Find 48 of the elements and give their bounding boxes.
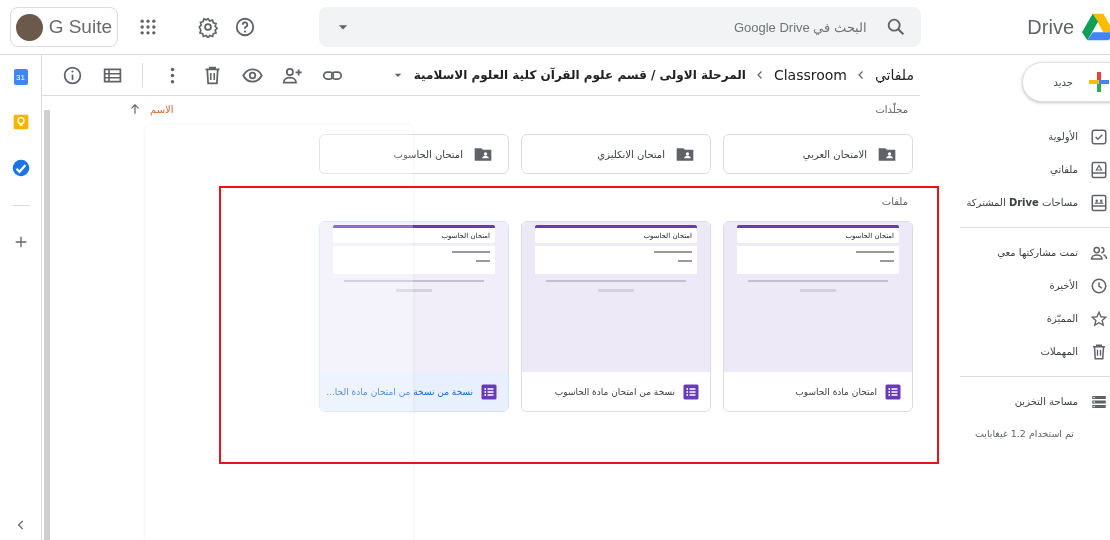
- sidebar-item[interactable]: الأولوية: [960, 120, 1110, 153]
- drive-logo-icon: [1080, 11, 1110, 43]
- checkmark-circle-icon[interactable]: [11, 159, 30, 177]
- product-name: Drive: [1027, 15, 1074, 39]
- storage-usage: تم استخدام 1.2 غيغابايت: [973, 428, 1075, 439]
- info-icon[interactable]: [62, 64, 83, 86]
- account-chip[interactable]: G Suite: [10, 7, 118, 47]
- folder-name: الامتحان العربي: [802, 148, 867, 160]
- drive-file-icon: [1090, 160, 1108, 179]
- breadcrumb[interactable]: المرحلة الاولى / قسم علوم القرآن كلية العلوم الاسلامية: [413, 68, 746, 82]
- help-icon[interactable]: [234, 16, 256, 38]
- folder-card[interactable]: امتحان الانكليزي: [521, 134, 711, 174]
- search-input[interactable]: البحث في Google Drive: [361, 15, 877, 39]
- breadcrumb[interactable]: ملفاتي: [874, 67, 914, 83]
- checkbox-icon: [1090, 127, 1108, 146]
- folder-name: امتحان الحاسوب: [393, 148, 463, 160]
- sidebar-item[interactable]: المميّزة: [960, 302, 1110, 335]
- shared-drive-icon: [1090, 193, 1108, 212]
- folder-card[interactable]: امتحان الحاسوب: [319, 134, 509, 174]
- sidebar-item[interactable]: مساحة التخزين: [960, 385, 1110, 418]
- scrollbar[interactable]: [44, 110, 50, 540]
- folder-card[interactable]: الامتحان العربي: [723, 134, 913, 174]
- sidebar-item[interactable]: الأخيرة: [960, 269, 1110, 302]
- plus-icon: [1087, 70, 1110, 94]
- form-icon: [480, 382, 498, 401]
- sort-button[interactable]: الاسم: [128, 102, 174, 116]
- section-title: ملفات: [880, 196, 909, 207]
- section-title: مجلّدات: [875, 103, 909, 115]
- new-button[interactable]: جديد: [1022, 62, 1110, 102]
- form-icon: [682, 382, 700, 401]
- clock-icon: [1090, 276, 1108, 295]
- file-name: امتحان مادة الحاسوب: [795, 386, 877, 397]
- sidebar-item[interactable]: المهملات: [960, 335, 1110, 368]
- folder-name: امتحان الانكليزي: [597, 148, 665, 160]
- avatar: [16, 13, 43, 41]
- search-field[interactable]: البحث في Google Drive: [319, 7, 921, 47]
- star-icon: [1090, 309, 1108, 328]
- brand-name: G Suite: [48, 16, 112, 38]
- breadcrumb[interactable]: Classroom: [773, 67, 847, 83]
- form-icon: [884, 382, 902, 401]
- trash-icon: [1090, 342, 1108, 361]
- sidebar-item[interactable]: تمت مشاركتها معي: [960, 236, 1110, 269]
- file-name: نسخة من نسخة من امتحان مادة الحا...: [326, 386, 473, 397]
- settings-icon[interactable]: [197, 16, 219, 38]
- file-name: نسخة من امتحان مادة الحاسوب: [554, 386, 675, 397]
- search-icon[interactable]: [885, 16, 907, 38]
- apps-grid-icon[interactable]: [138, 17, 158, 37]
- sidebar-item[interactable]: ملفاتي: [960, 153, 1110, 186]
